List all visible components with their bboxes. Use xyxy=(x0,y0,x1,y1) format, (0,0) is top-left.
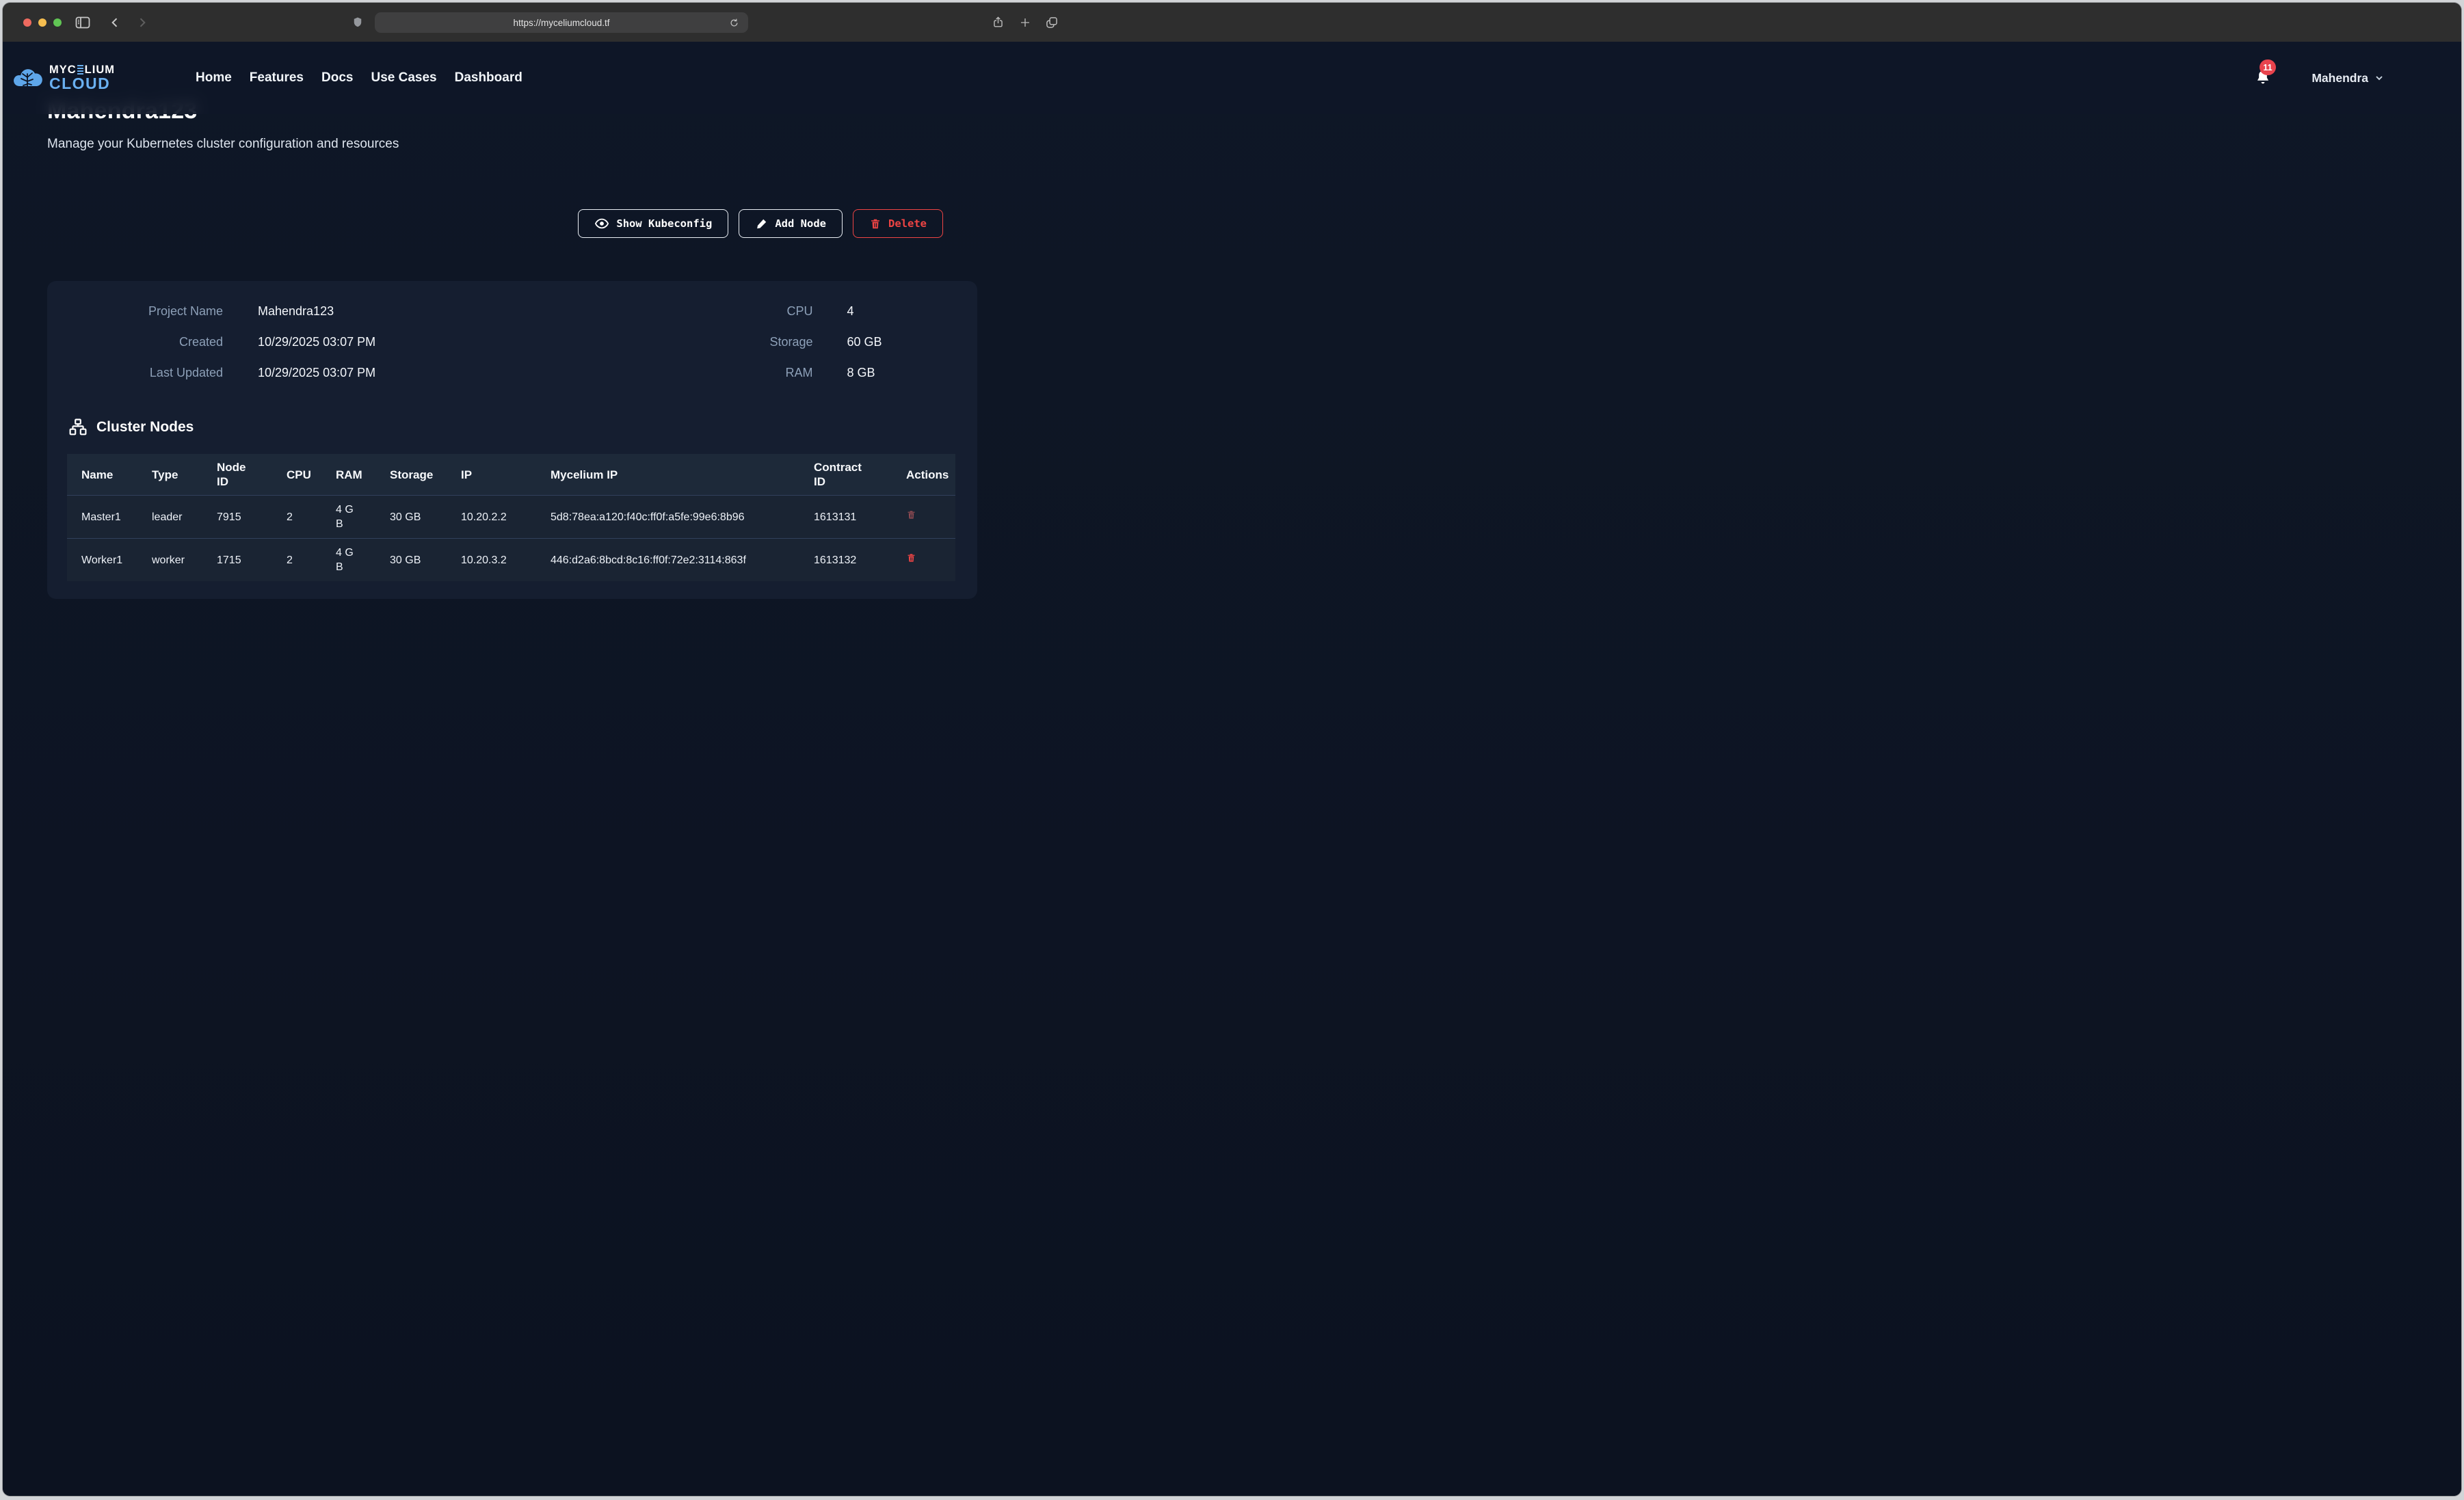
nav-link-use-cases[interactable]: Use Cases xyxy=(371,70,436,85)
table-header-row: Name Type Node ID CPU RAM Storage IP Myc… xyxy=(67,454,955,496)
delete-cluster-button[interactable]: Delete xyxy=(853,209,943,238)
nav-link-dashboard[interactable]: Dashboard xyxy=(455,70,522,85)
col-contract-id: Contract ID xyxy=(814,454,906,496)
page-viewport: MYC LIUM CLOUD Home Features Docs Use Ca… xyxy=(3,42,2461,1496)
minimize-window-button[interactable] xyxy=(38,18,47,27)
address-bar[interactable]: https://myceliumcloud.tf xyxy=(375,12,748,33)
share-icon[interactable] xyxy=(988,3,1008,42)
col-type: Type xyxy=(152,454,217,496)
site-navbar: MYC LIUM CLOUD Home Features Docs Use Ca… xyxy=(3,42,2461,114)
cluster-nodes-icon xyxy=(69,418,87,436)
cell-storage: 30 GB xyxy=(390,539,461,582)
add-node-button[interactable]: Add Node xyxy=(739,209,843,238)
cpu-label: CPU xyxy=(512,304,813,319)
storage-label: Storage xyxy=(512,335,813,349)
cloud-logo-icon xyxy=(11,65,44,91)
storage-value: 60 GB xyxy=(847,335,957,349)
col-node-id: Node ID xyxy=(217,454,287,496)
logo-line1: MYC LIUM xyxy=(49,64,115,76)
mycelium-cloud-logo[interactable]: MYC LIUM CLOUD xyxy=(11,64,115,92)
reload-icon[interactable] xyxy=(726,14,741,31)
last-updated-value: 10/29/2025 03:07 PM xyxy=(258,366,512,380)
col-ip: IP xyxy=(461,454,551,496)
cell-name: Master1 xyxy=(67,496,152,539)
project-name-value: Mahendra123 xyxy=(258,304,512,319)
tab-overview-icon[interactable] xyxy=(1041,3,1063,42)
delete-node-button[interactable] xyxy=(906,552,916,563)
pencil-icon xyxy=(755,217,768,230)
nav-link-docs[interactable]: Docs xyxy=(321,70,353,85)
cell-contract-id: 1613131 xyxy=(814,496,906,539)
cell-name: Worker1 xyxy=(67,539,152,582)
ram-value: 8 GB xyxy=(847,366,957,380)
trash-icon xyxy=(906,509,916,520)
user-menu[interactable]: Mahendra xyxy=(2311,71,2385,85)
zoom-window-button[interactable] xyxy=(53,18,62,27)
main-content: Mahendra123 Manage your Kubernetes clust… xyxy=(47,42,977,599)
cell-ram: 4 GB xyxy=(336,496,390,539)
created-value: 10/29/2025 03:07 PM xyxy=(258,335,512,349)
cell-ip: 10.20.3.2 xyxy=(461,539,551,582)
sidebar-toggle-icon[interactable] xyxy=(71,3,94,42)
project-name-label: Project Name xyxy=(67,304,223,319)
cluster-info-grid: Project Name Mahendra123 Created 10/29/2… xyxy=(67,304,957,380)
trash-icon xyxy=(869,217,882,230)
cluster-details-card: Project Name Mahendra123 Created 10/29/2… xyxy=(47,281,977,599)
nav-link-features[interactable]: Features xyxy=(250,70,304,85)
created-label: Created xyxy=(67,335,223,349)
col-cpu: CPU xyxy=(287,454,336,496)
table-row: Master1 leader 7915 2 4 GB 30 GB 10.20.2… xyxy=(67,496,955,539)
col-actions: Actions xyxy=(906,454,955,496)
cell-cpu: 2 xyxy=(287,496,336,539)
last-updated-label: Last Updated xyxy=(67,366,223,380)
cluster-actions: Show Kubeconfig Add Node Delete xyxy=(47,209,977,238)
col-storage: Storage xyxy=(390,454,461,496)
cpu-value: 4 xyxy=(847,304,957,319)
privacy-shield-icon[interactable] xyxy=(349,3,367,42)
nav-links: Home Features Docs Use Cases Dashboard xyxy=(196,70,522,85)
chevron-down-icon xyxy=(2374,72,2385,83)
show-kubeconfig-button[interactable]: Show Kubeconfig xyxy=(578,209,728,238)
page-subtitle: Manage your Kubernetes cluster configura… xyxy=(47,137,977,152)
back-icon[interactable] xyxy=(105,3,124,42)
new-tab-icon[interactable] xyxy=(1016,3,1035,42)
cluster-nodes-title: Cluster Nodes xyxy=(96,419,194,436)
cell-contract-id: 1613132 xyxy=(814,539,906,582)
table-row: Worker1 worker 1715 2 4 GB 30 GB 10.20.3… xyxy=(67,539,955,582)
eye-icon xyxy=(594,217,609,230)
nav-link-home[interactable]: Home xyxy=(196,70,232,85)
cell-type: worker xyxy=(152,539,217,582)
logo-e-bars-icon xyxy=(77,65,83,75)
cell-mycelium-ip: 446:d2a6:8bcd:8c16:ff0f:72e2:3114:863f xyxy=(551,539,814,582)
cell-storage: 30 GB xyxy=(390,496,461,539)
cell-cpu: 2 xyxy=(287,539,336,582)
user-name: Mahendra xyxy=(2311,71,2368,85)
notifications-button[interactable]: 11 xyxy=(2254,68,2272,88)
delete-node-button[interactable] xyxy=(906,509,916,520)
ram-label: RAM xyxy=(512,366,813,380)
cluster-nodes-header: Cluster Nodes xyxy=(69,418,957,436)
cluster-nodes-table: Name Type Node ID CPU RAM Storage IP Myc… xyxy=(67,454,955,581)
cell-ram: 4 GB xyxy=(336,539,390,582)
close-window-button[interactable] xyxy=(23,18,31,27)
cell-node-id: 7915 xyxy=(217,496,287,539)
url-text: https://myceliumcloud.tf xyxy=(513,18,609,28)
browser-toolbar: https://myceliumcloud.tf xyxy=(3,3,2461,42)
col-name: Name xyxy=(67,454,152,496)
cell-node-id: 1715 xyxy=(217,539,287,582)
notification-badge: 11 xyxy=(2260,59,2275,75)
forward-icon[interactable] xyxy=(133,3,152,42)
cell-ip: 10.20.2.2 xyxy=(461,496,551,539)
cell-type: leader xyxy=(152,496,217,539)
col-ram: RAM xyxy=(336,454,390,496)
trash-icon xyxy=(906,552,916,563)
logo-line2: CLOUD xyxy=(49,76,115,92)
col-mycelium-ip: Mycelium IP xyxy=(551,454,814,496)
cell-mycelium-ip: 5d8:78ea:a120:f40c:ff0f:a5fe:99e6:8b96 xyxy=(551,496,814,539)
browser-window: https://myceliumcloud.tf xyxy=(3,3,2461,1496)
